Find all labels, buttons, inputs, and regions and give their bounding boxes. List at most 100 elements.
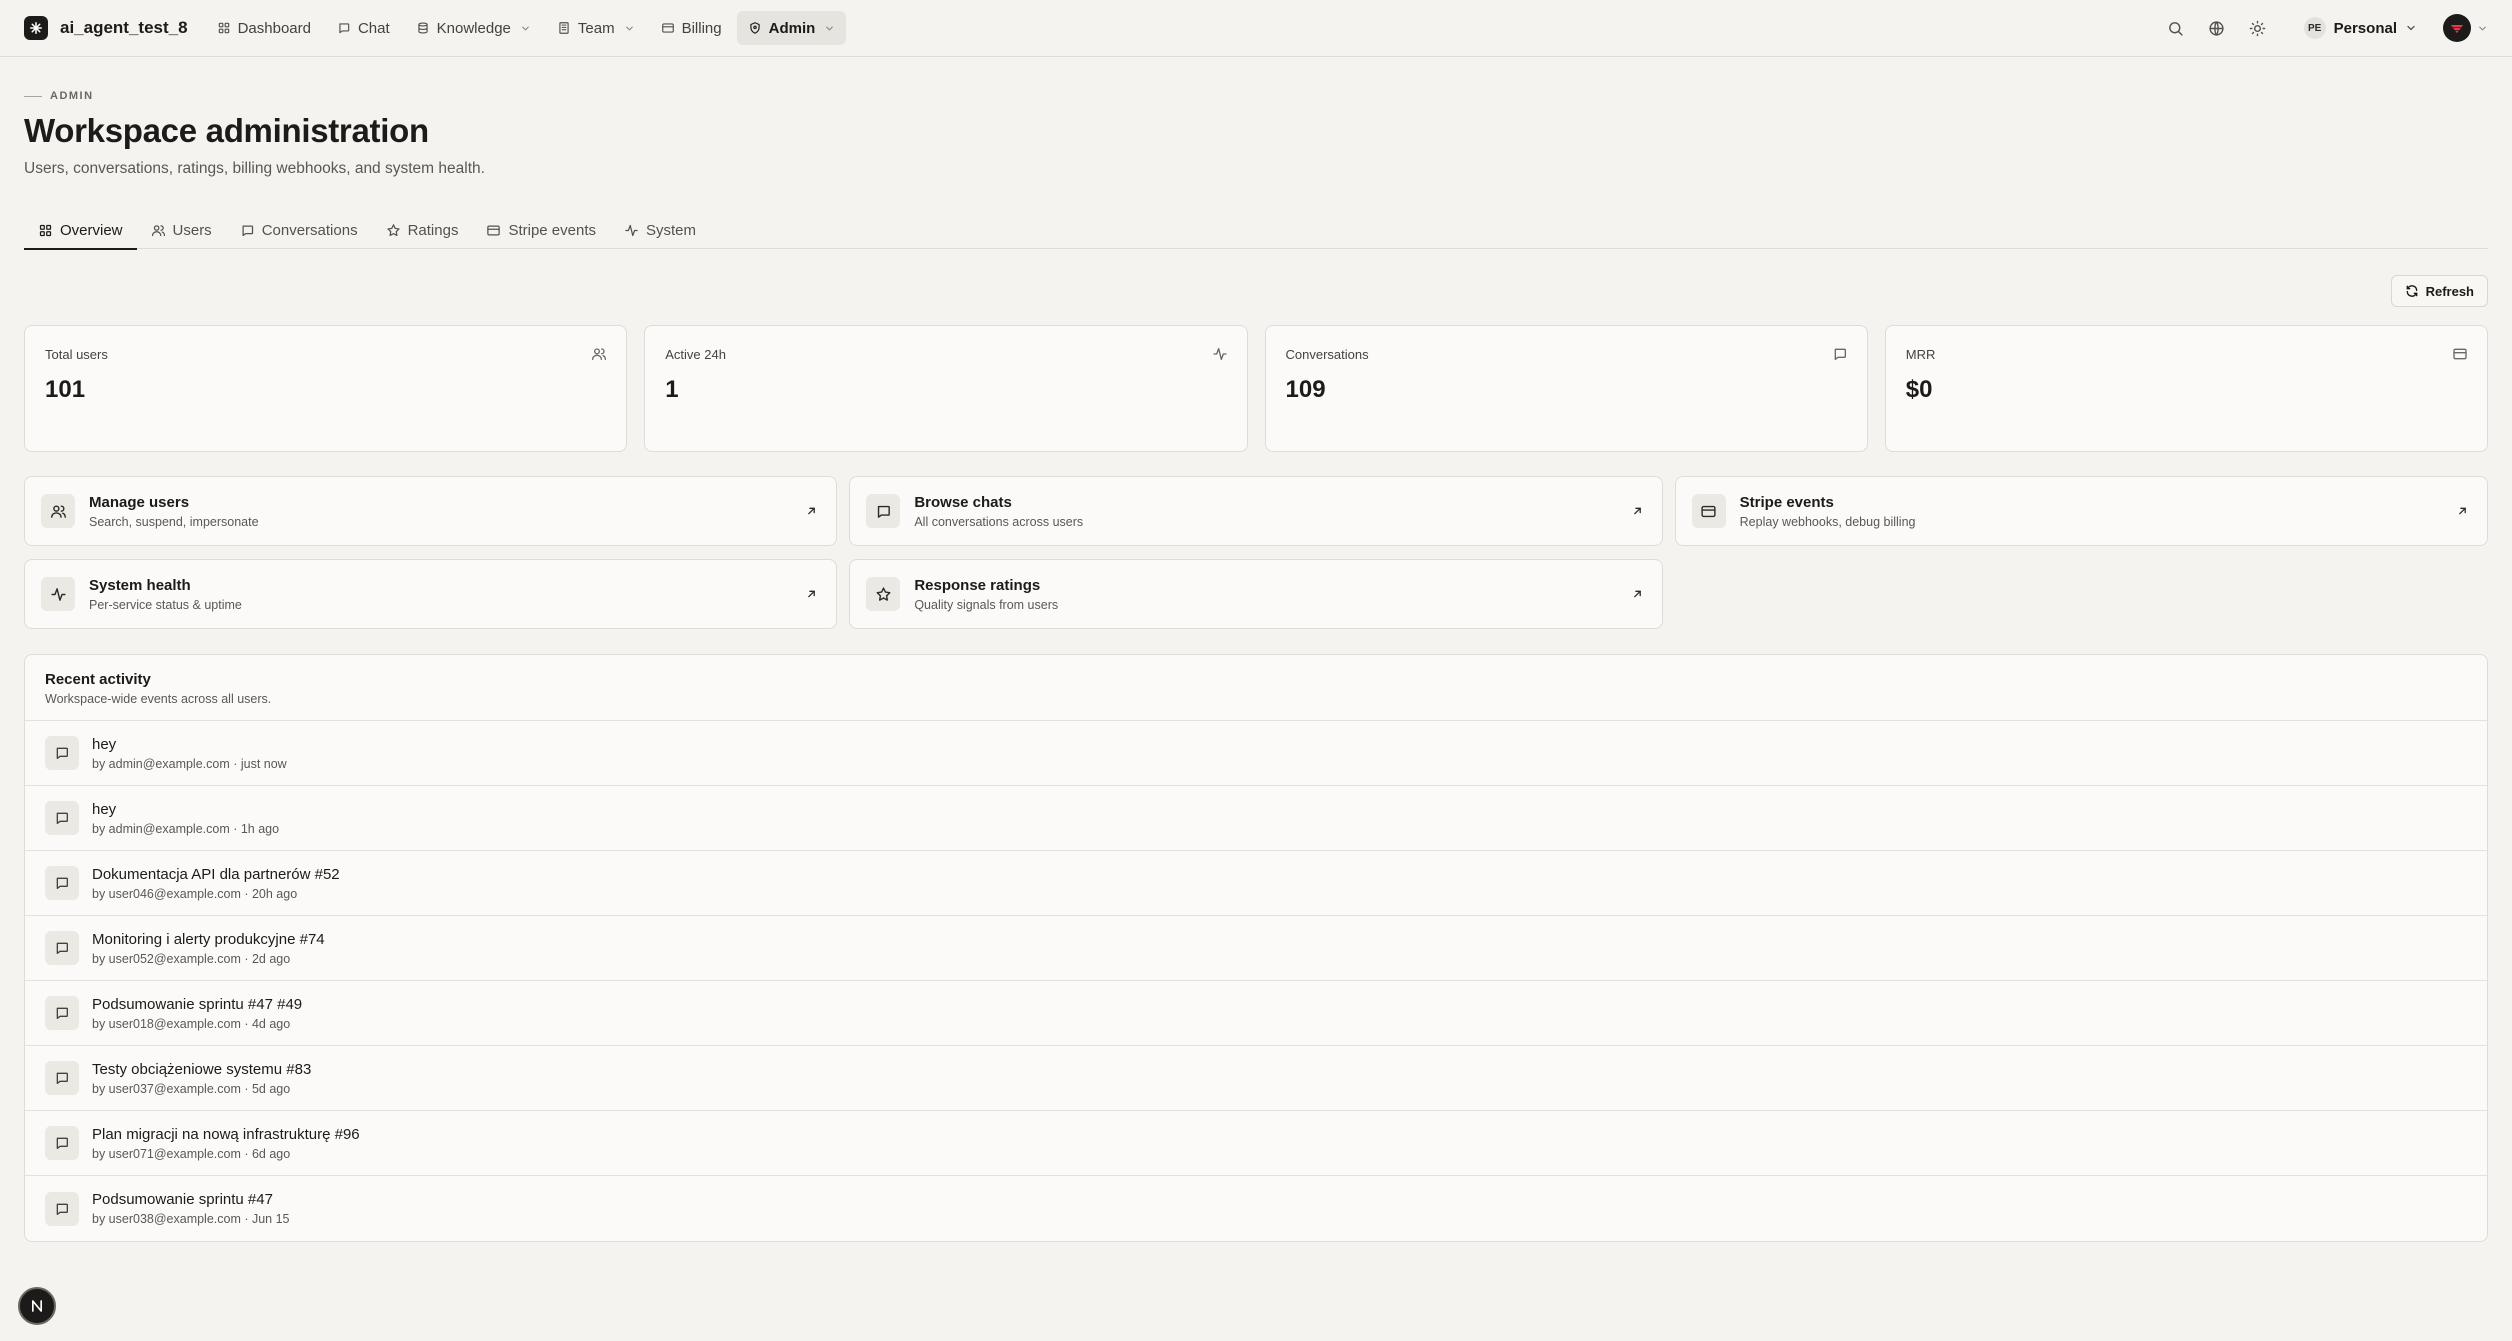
tab-label: Conversations: [261, 221, 358, 239]
link-description: All conversations across users: [914, 514, 1084, 529]
link-card-system-health[interactable]: System health Per-service status & uptime: [24, 559, 838, 629]
nav-item-label: Knowledge: [436, 19, 511, 37]
stat-card-conversations: Conversations 109: [1264, 325, 1868, 452]
link-card-stripe-events[interactable]: Stripe events Replay webhooks, debug bill…: [1674, 476, 2488, 546]
link-card-browse-chats[interactable]: Browse chats All conversations across use…: [849, 476, 1663, 546]
users-icon: [50, 504, 66, 518]
nav-item-chat[interactable]: Chat: [326, 11, 401, 45]
activity-meta: by user071@example.com · 6d ago: [92, 1146, 291, 1161]
activity-row[interactable]: Monitoring i alerty produkcyjne #74 by us…: [25, 916, 2487, 981]
stats-grid: Total users 101 Active 24h 1 Conversations 10…: [0, 325, 2512, 452]
user-menu[interactable]: [2443, 14, 2488, 42]
admin-tabs: Overview Users Conversations Ratings Stripe …: [24, 211, 2488, 250]
quick-links: Manage users Search, suspend, impersonate…: [0, 476, 2512, 629]
link-description: Replay webhooks, debug billing: [1739, 514, 1916, 529]
building-icon: [559, 22, 569, 34]
page-title: Workspace administration: [24, 112, 429, 149]
nav-item-label: Billing: [681, 19, 722, 37]
activity-icon-wrap: [45, 1126, 79, 1160]
arrow-up-right-icon: [2459, 507, 2466, 515]
nav-item-dashboard[interactable]: Dashboard: [206, 11, 322, 45]
activity-icon: [1212, 348, 1227, 360]
tab-system[interactable]: System: [610, 211, 710, 249]
workspace-switcher[interactable]: PE Personal: [2296, 10, 2425, 46]
card-icon: [487, 225, 501, 235]
eyebrow: ADMIN: [24, 90, 2488, 102]
refresh-button[interactable]: Refresh: [2390, 275, 2488, 307]
tab-label: Users: [172, 221, 212, 239]
activity-row[interactable]: Testy obciążeniowe systemu #83 by user037…: [25, 1046, 2487, 1111]
activity-row[interactable]: Podsumowanie sprintu #47 #49 by user018@e…: [25, 981, 2487, 1046]
activity-title: hey: [92, 735, 117, 753]
stat-card-total-users: Total users 101: [24, 325, 628, 452]
link-icon-wrap: [41, 494, 75, 528]
refresh-icon: [2406, 285, 2417, 297]
link-description: Per-service status & uptime: [89, 597, 242, 612]
users-icon: [592, 348, 607, 360]
tab-label: Stripe events: [508, 221, 596, 239]
link-card-manage-users[interactable]: Manage users Search, suspend, impersonate: [24, 476, 838, 546]
link-title: Response ratings: [914, 576, 1041, 594]
search-button[interactable]: [2158, 10, 2194, 46]
link-title: Manage users: [89, 493, 190, 511]
activity-row[interactable]: hey by admin@example.com · just now: [25, 721, 2487, 786]
activity-title: Testy obciążeniowe systemu #83: [92, 1060, 312, 1078]
activity-row[interactable]: Podsumowanie sprintu #47 by user038@examp…: [25, 1176, 2487, 1241]
nav-item-label: Chat: [357, 19, 390, 37]
nav-item-label: Dashboard: [237, 19, 311, 37]
message-icon: [56, 747, 68, 759]
link-title: Browse chats: [914, 493, 1012, 511]
language-button[interactable]: [2199, 10, 2235, 46]
nav-item-knowledge[interactable]: Knowledge: [405, 11, 542, 45]
tab-users[interactable]: Users: [137, 211, 226, 249]
chevron-down-icon: [826, 26, 834, 30]
nav-item-admin[interactable]: Admin: [736, 11, 847, 45]
workspace-name: Personal: [2333, 19, 2397, 37]
activity-title: hey: [92, 800, 117, 818]
link-description: Search, suspend, impersonate: [89, 514, 259, 529]
stat-value: 109: [1285, 376, 1326, 403]
nav-item-label: Admin: [768, 19, 816, 37]
activity-row[interactable]: Dokumentacja API dla partnerów #52 by use…: [25, 851, 2487, 916]
stat-label: Active 24h: [665, 347, 726, 362]
tab-ratings[interactable]: Ratings: [372, 211, 473, 249]
page-header: ADMIN Workspace administration Users, co…: [0, 57, 2512, 178]
eyebrow-line: [24, 95, 42, 97]
theme-toggle-button[interactable]: [2240, 10, 2276, 46]
brand-logo-icon: [24, 16, 48, 40]
nav-item-team[interactable]: Team: [546, 11, 646, 45]
tab-label: System: [645, 221, 696, 239]
activity-row[interactable]: hey by admin@example.com · 1h ago: [25, 786, 2487, 851]
activity-meta: by user018@example.com · 4d ago: [92, 1016, 291, 1031]
activity-icon-wrap: [45, 866, 79, 900]
workspace-badge: PE: [2303, 17, 2326, 39]
link-card-response-ratings[interactable]: Response ratings Quality signals from use…: [849, 559, 1663, 629]
message-icon: [56, 812, 68, 824]
nav-item-billing[interactable]: Billing: [650, 11, 733, 45]
arrow-up-right-icon: [1633, 507, 1641, 515]
link-description: Quality signals from users: [914, 597, 1059, 612]
tab-label: Ratings: [407, 221, 459, 239]
activity-title: Podsumowanie sprintu #47 #49: [92, 995, 303, 1013]
link-title: Stripe events: [1739, 493, 1834, 511]
activity-meta: by user037@example.com · 5d ago: [92, 1081, 291, 1096]
activity-title: Podsumowanie sprintu #47: [92, 1191, 273, 1208]
message-icon: [56, 942, 68, 954]
message-icon: [56, 877, 68, 889]
activity-icon: [625, 224, 638, 236]
stat-label: MRR: [1905, 347, 1936, 362]
activity-icon-wrap: [45, 801, 79, 835]
grid-icon: [218, 22, 229, 34]
brand[interactable]: ai_agent_test_8: [24, 16, 188, 40]
link-icon-wrap: [1691, 494, 1726, 528]
tab-overview[interactable]: Overview: [24, 211, 137, 250]
tab-stripe-events[interactable]: Stripe events: [472, 211, 610, 249]
activity-row[interactable]: Plan migracji na nową infrastrukturę #96…: [25, 1111, 2487, 1176]
activity-meta: by user052@example.com · 2d ago: [92, 951, 291, 966]
tab-conversations[interactable]: Conversations: [226, 211, 372, 249]
message-icon: [56, 1072, 68, 1084]
dev-tools-button[interactable]: [18, 1287, 56, 1325]
activity-icon-wrap: [45, 736, 79, 770]
arrow-up-right-icon: [1633, 590, 1641, 598]
arrow-up-right-icon: [808, 590, 816, 598]
